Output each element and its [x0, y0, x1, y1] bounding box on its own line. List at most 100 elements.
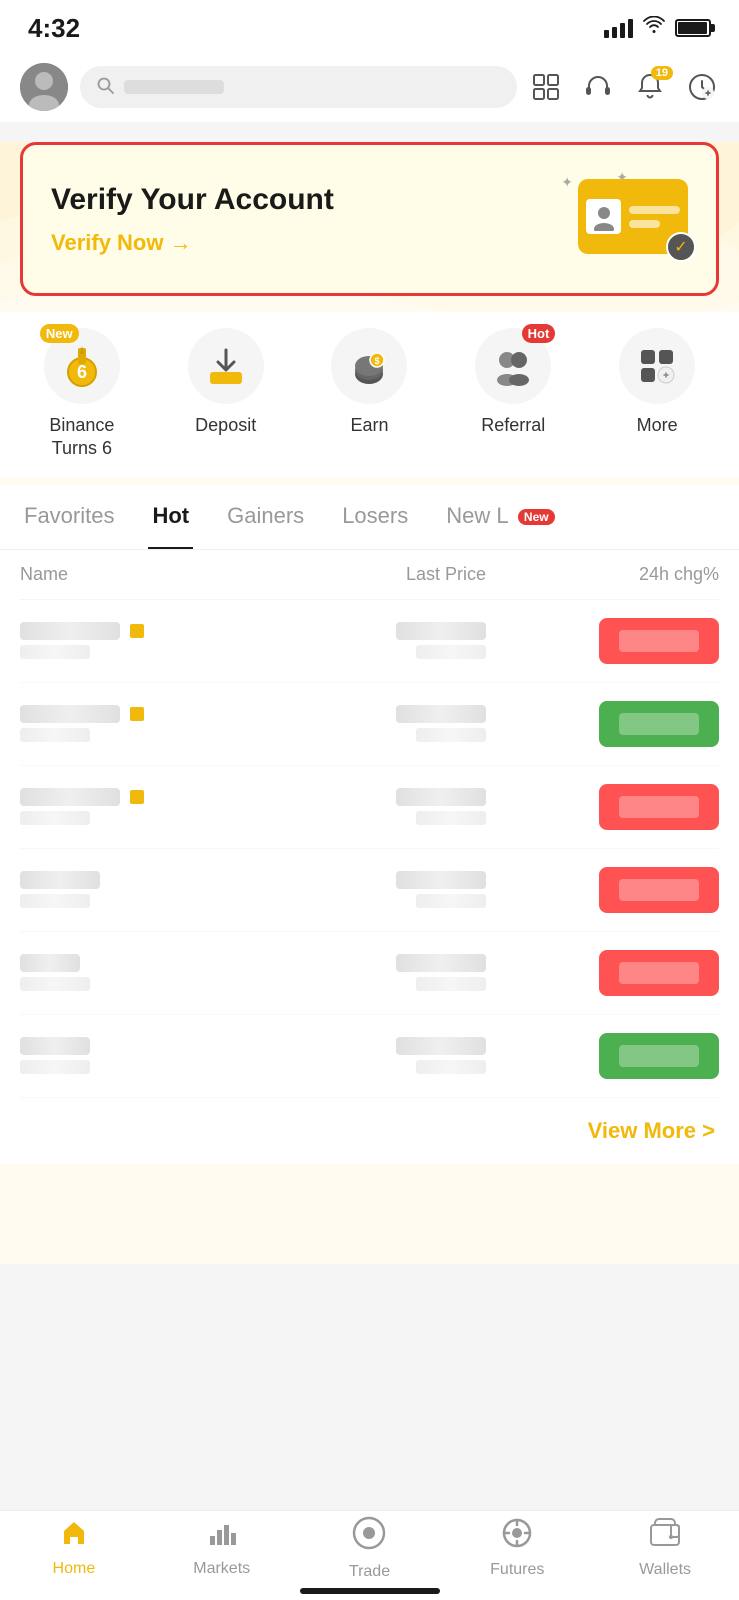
price-blur	[396, 788, 486, 806]
markets-icon	[207, 1518, 237, 1555]
price-secondary-blur	[416, 728, 486, 742]
price-blur	[396, 954, 486, 972]
coin-name-blur	[20, 788, 120, 806]
price-secondary-blur	[416, 645, 486, 659]
action-binance6[interactable]: New 6 BinanceTurns 6	[10, 328, 154, 461]
main-content: Verify Your Account Verify Now → ✦ ✦ ✓	[0, 142, 739, 1264]
search-placeholder-blur	[124, 80, 224, 94]
price-secondary-blur	[416, 977, 486, 991]
futures-icon	[501, 1517, 533, 1556]
status-bar: 4:32	[0, 0, 739, 52]
action-more[interactable]: More	[585, 328, 729, 461]
search-icon	[96, 76, 114, 99]
row-name-col	[20, 705, 253, 742]
coin-pair-blur	[20, 977, 90, 991]
sparkle-icon-1: ✦	[561, 174, 573, 191]
row-change-col	[486, 618, 719, 664]
coin-name-blur	[20, 705, 120, 723]
coin-pair-blur	[20, 894, 90, 908]
trade-icon[interactable]	[685, 70, 719, 104]
status-time: 4:32	[28, 13, 80, 44]
deposit-icon-wrap	[188, 328, 264, 404]
tab-gainers[interactable]: Gainers	[223, 485, 308, 550]
price-secondary-blur	[416, 811, 486, 825]
col-change-header: 24h chg%	[486, 564, 719, 585]
more-label: More	[637, 414, 678, 437]
bottom-spacer	[0, 1164, 739, 1264]
verify-text: Verify Your Account Verify Now →	[51, 182, 558, 256]
view-more-button[interactable]: View More >	[588, 1118, 715, 1144]
headset-icon[interactable]	[581, 70, 615, 104]
verify-title: Verify Your Account	[51, 182, 558, 218]
coin-badge-yellow	[130, 707, 144, 721]
price-blur	[396, 871, 486, 889]
market-table: Name Last Price 24h chg%	[0, 550, 739, 1098]
price-blur	[396, 622, 486, 640]
change-badge-red	[599, 618, 719, 664]
notification-badge: 19	[651, 66, 673, 80]
new-listing-badge: New	[518, 509, 555, 525]
change-badge-green	[599, 1033, 719, 1079]
change-badge-red	[599, 784, 719, 830]
home-label: Home	[53, 1560, 96, 1578]
header-actions: 19	[529, 70, 719, 104]
binance6-icon-wrap: New 6	[44, 328, 120, 404]
action-deposit[interactable]: Deposit	[154, 328, 298, 461]
id-card-illustration: ✓	[578, 179, 688, 254]
tab-hot[interactable]: Hot	[148, 485, 193, 550]
nav-wallets[interactable]: Wallets	[591, 1511, 739, 1584]
row-change-col	[486, 784, 719, 830]
avatar[interactable]	[20, 63, 68, 111]
row-price-col	[253, 1037, 486, 1074]
verify-now-link[interactable]: Verify Now →	[51, 230, 558, 256]
nav-home[interactable]: Home	[0, 1511, 148, 1584]
coin-name-blur	[20, 954, 80, 972]
table-row[interactable]	[20, 1015, 719, 1098]
search-bar[interactable]	[80, 66, 517, 108]
tab-losers[interactable]: Losers	[338, 485, 412, 550]
trade-nav-icon	[351, 1515, 387, 1558]
trade-label: Trade	[349, 1563, 390, 1581]
table-row[interactable]	[20, 600, 719, 683]
action-earn[interactable]: $ Earn	[298, 328, 442, 461]
nav-futures[interactable]: Futures	[443, 1511, 591, 1584]
action-referral[interactable]: Hot Referral	[441, 328, 585, 461]
home-indicator	[300, 1588, 440, 1594]
coin-badge-yellow	[130, 624, 144, 638]
row-change-col	[486, 950, 719, 996]
expand-icon[interactable]	[529, 70, 563, 104]
more-icon-wrap	[619, 328, 695, 404]
hot-badge: Hot	[522, 324, 556, 343]
battery-icon	[675, 19, 711, 37]
coin-pair-blur	[20, 645, 90, 659]
market-section: Favorites Hot Gainers Losers New L New N…	[0, 485, 739, 1164]
table-row[interactable]	[20, 932, 719, 1015]
row-name-col	[20, 871, 253, 908]
nav-trade[interactable]: Trade	[296, 1511, 444, 1584]
coin-pair-blur	[20, 1060, 90, 1074]
row-name-col	[20, 622, 253, 659]
coin-name-blur	[20, 1037, 90, 1055]
futures-label: Futures	[490, 1561, 544, 1579]
status-icons	[604, 16, 711, 40]
tab-new[interactable]: New L New	[442, 485, 558, 550]
verify-banner[interactable]: Verify Your Account Verify Now → ✦ ✦ ✓	[20, 142, 719, 296]
col-price-header: Last Price	[253, 564, 486, 585]
table-row[interactable]	[20, 849, 719, 932]
notification-icon[interactable]: 19	[633, 70, 667, 104]
wallets-label: Wallets	[639, 1561, 691, 1579]
row-change-col	[486, 867, 719, 913]
coin-pair-blur	[20, 728, 90, 742]
earn-icon-wrap: $	[331, 328, 407, 404]
nav-markets[interactable]: Markets	[148, 1511, 296, 1584]
row-name-col	[20, 954, 253, 991]
deposit-label: Deposit	[195, 414, 256, 437]
tab-favorites[interactable]: Favorites	[20, 485, 118, 550]
quick-actions: New 6 BinanceTurns 6 Deposit	[0, 312, 739, 477]
table-row[interactable]	[20, 683, 719, 766]
table-row[interactable]	[20, 766, 719, 849]
wifi-icon	[643, 16, 665, 40]
coin-badge-yellow	[130, 790, 144, 804]
price-secondary-blur	[416, 894, 486, 908]
new-badge: New	[40, 324, 79, 343]
